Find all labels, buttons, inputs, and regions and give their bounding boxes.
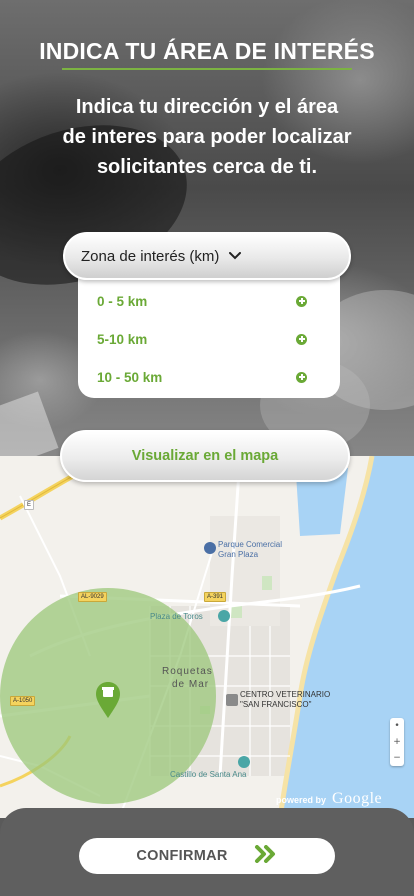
zone-select-label: Zona de interés (km) [81,247,220,265]
zone-select[interactable]: Zona de interés (km) [63,232,351,280]
road-tag: E [24,500,35,510]
google-logo: Google [332,790,383,807]
google-attribution: powered by Google [276,790,382,808]
landmark-pin-icon[interactable] [218,610,230,622]
zoom-out-button[interactable]: − [390,751,404,765]
chevron-down-icon [229,252,242,260]
road-tag: AL-9029 [78,592,107,602]
zone-option-label: 10 - 50 km [97,369,163,385]
zone-option-5-10[interactable]: 5-10 km [97,328,307,350]
road-tag: A-1050 [10,696,36,706]
zone-option-label: 5-10 km [97,331,148,347]
add-circle-icon [296,333,307,345]
shopping-pin-icon[interactable] [204,542,216,554]
map-label: de Mar [172,679,210,690]
subtitle-line: solicitantes cerca de ti. [96,156,318,178]
map-view[interactable]: Parque Comercial Gran Plaza Plaza de Tor… [0,456,414,818]
zone-option-10-50[interactable]: 10 - 50 km [97,366,307,388]
subtitle-line: Indica tu dirección y el área [75,96,339,118]
add-circle-icon [296,295,307,307]
zone-option-0-5[interactable]: 0 - 5 km [97,290,307,312]
road-tag: A-391 [204,592,227,602]
add-circle-icon [296,371,307,383]
page-title: INDICA TU ÁREA DE INTERÉS [39,38,375,64]
map-label: Plaza de Toros [150,612,203,621]
map-label: Gran Plaza [218,550,259,559]
powered-by-text: powered by [276,795,327,805]
confirm-button-label: CONFIRMAR [136,848,228,864]
double-chevron-right-icon [254,845,278,867]
map-zoom-controls: • + − [390,718,404,766]
confirm-button[interactable]: CONFIRMAR [79,838,335,874]
locate-button[interactable]: • [390,719,404,733]
map-label: Castillo de Santa Ana [170,770,247,779]
zoom-in-button[interactable]: + [390,735,404,749]
map-label: Parque Comercial [218,540,283,549]
map-label: Roquetas [162,666,213,677]
view-on-map-button[interactable]: Visualizar en el mapa [60,430,350,482]
map-label: "SAN FRANCISCO" [240,700,312,709]
title-underline [62,68,352,70]
map-canvas [0,456,414,818]
page-subtitle: Indica tu dirección y el área de interes… [22,92,392,182]
subtitle-line: de interes para poder localizar [62,126,352,148]
map-label: CENTRO VETERINARIO [240,690,331,699]
business-pin-icon[interactable] [226,694,238,706]
landmark-pin-icon[interactable] [238,756,250,768]
zone-option-label: 0 - 5 km [97,293,148,309]
